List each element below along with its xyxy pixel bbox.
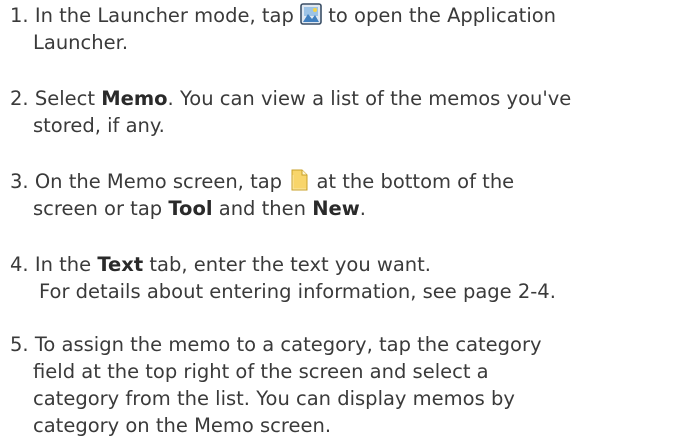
- step-1-line-1: 1. In the Launcher mode, tap to open the…: [10, 2, 680, 29]
- step-text: to open the Application: [328, 4, 557, 27]
- step-4-line-2: For details about entering information, …: [39, 280, 556, 303]
- application-launcher-icon: [300, 3, 322, 25]
- step-number: 1.: [10, 4, 29, 27]
- step-text: In the: [34, 253, 92, 276]
- step-4-line-1: 4. In the Text tab, enter the text you w…: [10, 251, 680, 278]
- step-3-line-2: screen or tap Tool and then New.: [10, 195, 680, 222]
- step-5-line-1: 5. To assign the memo to a category, tap…: [10, 331, 680, 358]
- new-memo-icon: [291, 169, 308, 191]
- step-text: and then: [218, 197, 306, 220]
- step-number: 4.: [10, 253, 29, 276]
- step-text: On the Memo screen, tap: [34, 170, 283, 193]
- step-1: 1. In the Launcher mode, tap to open the…: [10, 2, 680, 56]
- text-tab-label: Text: [97, 253, 144, 276]
- step-text: tab, enter the text you want.: [149, 253, 431, 276]
- step-1-line-2: Launcher.: [33, 31, 129, 54]
- step-number: 5.: [10, 333, 29, 356]
- step-5: 5. To assign the memo to a category, tap…: [10, 331, 680, 439]
- step-number: 3.: [10, 170, 29, 193]
- step-text: Select: [34, 87, 95, 110]
- step-2: 2. Select Memo. You can view a list of t…: [10, 85, 680, 139]
- new-label: New: [312, 197, 360, 220]
- step-text: at the bottom of the: [316, 170, 515, 193]
- step-3: 3. On the Memo screen, tap at the bottom…: [10, 168, 680, 222]
- step-text: . You can view a list of the memos you'v…: [167, 87, 572, 110]
- step-text: In the Launcher mode, tap: [34, 4, 294, 27]
- step-text: .: [359, 197, 366, 220]
- step-5-line-4: category on the Memo screen.: [33, 414, 332, 437]
- tool-label: Tool: [168, 197, 213, 220]
- step-5-line-3: category from the list. You can display …: [33, 387, 515, 410]
- memo-label: Memo: [101, 87, 168, 110]
- step-5-line-2: field at the top right of the screen and…: [33, 360, 489, 383]
- step-4: 4. In the Text tab, enter the text you w…: [10, 251, 680, 305]
- step-text: To assign the memo to a category, tap th…: [34, 333, 542, 356]
- step-number: 2.: [10, 87, 29, 110]
- step-text: screen or tap: [33, 197, 163, 220]
- instruction-page: 1. In the Launcher mode, tap to open the…: [0, 0, 684, 437]
- step-3-line-1: 3. On the Memo screen, tap at the bottom…: [10, 168, 680, 195]
- step-2-line-1: 2. Select Memo. You can view a list of t…: [10, 85, 680, 112]
- step-2-line-2: stored, if any.: [33, 114, 165, 137]
